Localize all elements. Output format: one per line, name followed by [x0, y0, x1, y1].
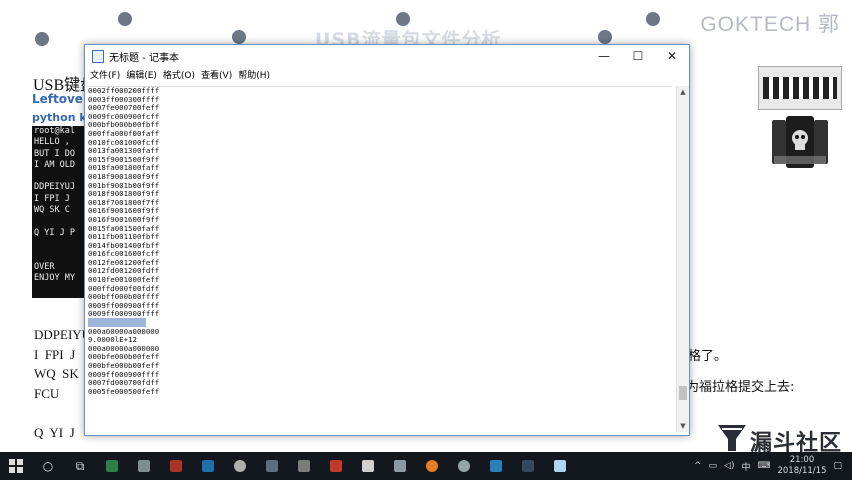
- notepad-text-line: 0009fc000900fcff: [88, 111, 160, 121]
- notepad-text-line: 001bf9001b00f9ff: [88, 180, 160, 190]
- notepad-text-line: 0005fe000500feff: [88, 386, 160, 396]
- taskbar-app-icon[interactable]: [231, 457, 249, 475]
- notepad-titlebar[interactable]: 无标题 - 记事本 — ☐ ✕: [85, 45, 689, 67]
- windows-taskbar: ○ ⧉ ^ ▭ ◁) 中 ⌨ 21:00 2018/11/15 ▢: [0, 452, 852, 480]
- taskbar-app-icon[interactable]: [263, 457, 281, 475]
- notepad-text-line: 000bff000b00ffff: [88, 292, 160, 302]
- notepad-text-line: 0016f9001600f9ff: [88, 206, 160, 216]
- notepad-text-line: 0012fd001200fdff: [88, 266, 160, 276]
- notepad-text-line: 0011fb001100fbff: [88, 232, 160, 242]
- selected-text-highlight: 0000000000000: [88, 318, 146, 328]
- notepad-text-line: 0007fd000700fdff: [88, 378, 160, 388]
- notepad-text-line: 0012fe001200feff: [88, 257, 160, 267]
- brand-logo-text: GOKTECH 郭: [700, 13, 840, 36]
- taskbar-app-icon[interactable]: [103, 457, 121, 475]
- taskbar-app-icon[interactable]: [327, 457, 345, 475]
- notepad-text-line: 000ffd000f00fdff: [88, 283, 160, 293]
- taskbar-app-icon[interactable]: [423, 457, 441, 475]
- leftover-label: Leftover: [32, 92, 89, 106]
- network-icon[interactable]: ▭: [709, 461, 718, 471]
- notepad-text-line: 0015fa001500faff: [88, 223, 160, 233]
- notepad-text-line: 000ffa000f00faff: [88, 128, 160, 138]
- clock-date: 2018/11/15: [777, 466, 827, 476]
- notepad-text-line: 0009ff000900ffff: [88, 300, 160, 310]
- terminal-output: root@kal HELLO , BUT I DO I AM OLD DDPEIYU…: [32, 126, 92, 298]
- keyboard-image: [758, 66, 842, 110]
- menu-help[interactable]: 帮助(H): [238, 68, 270, 81]
- notepad-text-line: 0018f7001800f7ff: [88, 197, 160, 207]
- search-circle-icon[interactable]: ○: [39, 457, 57, 475]
- menu-format[interactable]: 格式(O): [163, 68, 195, 81]
- notepad-text-line: 0014fb001400fbff: [88, 240, 160, 250]
- notification-icon[interactable]: ▢: [833, 461, 842, 471]
- taskbar-app-icon[interactable]: [455, 457, 473, 475]
- notepad-window[interactable]: 无标题 - 记事本 — ☐ ✕ 文件(F) 编辑(E) 格式(O) 查看(V) …: [84, 44, 690, 436]
- taskbar-app-icon[interactable]: [487, 457, 505, 475]
- taskbar-app-icon[interactable]: [167, 457, 185, 475]
- menu-edit[interactable]: 编辑(E): [126, 68, 157, 81]
- notepad-text-line: 0003ff000300ffff: [88, 94, 160, 104]
- maximize-button[interactable]: ☐: [621, 45, 655, 67]
- slide-text-right-1: 格了。: [688, 349, 728, 364]
- scroll-down-arrow-icon[interactable]: ▼: [677, 420, 689, 432]
- notepad-window-title: 无标题 - 记事本: [109, 52, 179, 64]
- task-view-icon[interactable]: ⧉: [71, 457, 89, 475]
- notepad-app-icon: [92, 49, 104, 63]
- minimize-button[interactable]: —: [587, 45, 621, 67]
- notepad-text-line: 000bfb000b00fbff: [88, 120, 160, 130]
- notepad-text-line: 0000000000000: [88, 318, 672, 328]
- notepad-text-line: 0010fe001000feff: [88, 275, 160, 285]
- notepad-text-line: 0009ff000900ffff: [88, 309, 160, 319]
- notepad-text-line: 0013fa001300faff: [88, 146, 160, 156]
- scrollbar-thumb[interactable]: [679, 386, 687, 400]
- notepad-text-line: 0002ff000200ffff: [88, 86, 160, 95]
- system-tray: ^ ▭ ◁) 中 ⌨ 21:00 2018/11/15 ▢: [694, 455, 852, 477]
- notepad-text-line: 0018fa001800faff: [88, 163, 160, 173]
- notepad-text-line: 0016fc001600fcff: [88, 249, 160, 259]
- close-button[interactable]: ✕: [655, 45, 689, 67]
- menu-file[interactable]: 文件(F): [90, 68, 120, 81]
- notepad-text-line: 000bfe000b00feff: [88, 361, 160, 370]
- notepad-text-line: 0018f9001800f9ff: [88, 189, 160, 199]
- notepad-text-line: 0009ff000900ffff: [88, 369, 160, 379]
- notepad-text-line: 000a00000a000000: [88, 343, 160, 353]
- vertical-scrollbar[interactable]: ▲ ▼: [676, 86, 689, 432]
- skull-phone-image: [772, 116, 828, 168]
- taskbar-app-icon[interactable]: [519, 457, 537, 475]
- notepad-text-line: 000bfe000b00feff: [88, 352, 160, 362]
- notepad-menubar: 文件(F) 编辑(E) 格式(O) 查看(V) 帮助(H): [85, 67, 689, 82]
- system-clock[interactable]: 21:00 2018/11/15: [777, 455, 826, 477]
- notepad-text-line: 0015f9001500f9ff: [88, 154, 160, 164]
- notepad-text-area[interactable]: 0002ff000200ffff 0003ff000300ffff 0007fe00…: [88, 86, 672, 433]
- start-windows-icon[interactable]: [7, 457, 25, 475]
- taskbar-app-icon[interactable]: [135, 457, 153, 475]
- volume-icon[interactable]: ◁): [724, 461, 734, 471]
- slide-text-right-2: 为福拉格提交上去:: [686, 380, 795, 395]
- clock-time: 21:00: [789, 455, 815, 465]
- python-command-label: python k: [32, 111, 87, 124]
- taskbar-notepad-icon[interactable]: [551, 457, 569, 475]
- notepad-text-line: 9.0000lE+12: [88, 335, 137, 345]
- menu-view[interactable]: 查看(V): [201, 68, 232, 81]
- notepad-text-line: 0018f9001800f9ff: [88, 171, 160, 181]
- taskbar-app-icon[interactable]: [391, 457, 409, 475]
- notepad-text-line: 0016f9001600f9ff: [88, 214, 160, 224]
- notepad-text-line: 0007fe000700feff: [88, 103, 160, 113]
- notepad-text-line: 000a00000a000000: [88, 326, 160, 336]
- ime-indicator[interactable]: 中: [741, 460, 750, 473]
- taskbar-app-icon[interactable]: [295, 457, 313, 475]
- scroll-up-arrow-icon[interactable]: ▲: [677, 86, 689, 98]
- taskbar-app-icon[interactable]: [359, 457, 377, 475]
- chevron-up-icon[interactable]: ^: [694, 461, 702, 471]
- taskbar-app-icon[interactable]: [199, 457, 217, 475]
- notepad-text-line: 0010fc001000fcff: [88, 137, 160, 147]
- keyboard-icon[interactable]: ⌨: [757, 461, 770, 471]
